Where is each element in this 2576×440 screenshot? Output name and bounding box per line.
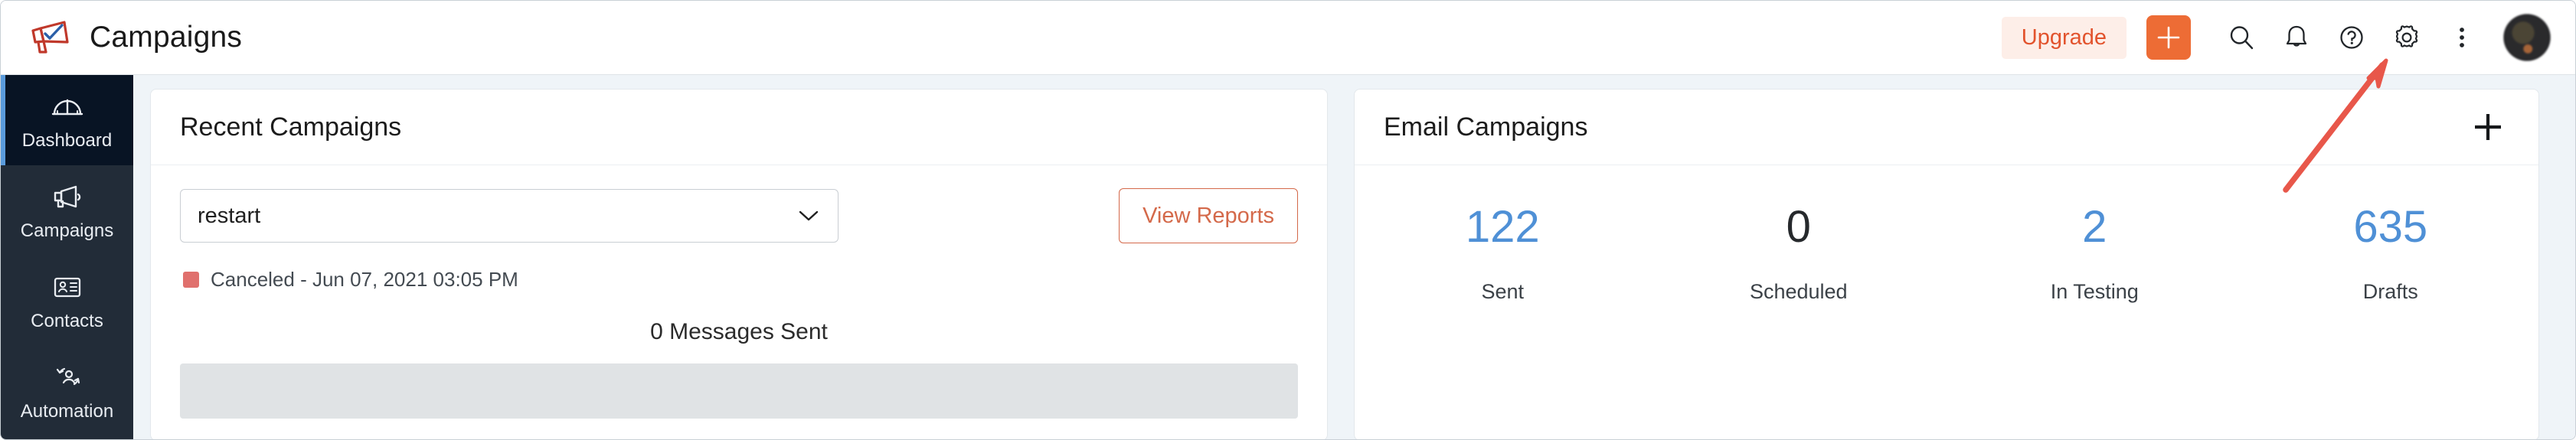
gauge-icon	[51, 91, 84, 122]
recent-campaigns-card: Recent Campaigns restart View Reports C	[150, 89, 1328, 440]
sidebar-item-label: Campaigns	[21, 222, 113, 240]
app-header: Campaigns Upgrade	[1, 1, 2576, 75]
more-vertical-icon	[2449, 22, 2475, 53]
stat-value: 0	[1651, 205, 1947, 249]
email-campaign-stats: 122 Sent 0 Scheduled 2 In Testing 635 Dr…	[1355, 165, 2538, 440]
sidebar-item-automation[interactable]: Automation	[1, 346, 133, 436]
campaign-status-text: Canceled - Jun 07, 2021 03:05 PM	[211, 268, 518, 292]
upgrade-button[interactable]: Upgrade	[2002, 17, 2127, 59]
create-campaign-button[interactable]	[2146, 15, 2191, 60]
main-content: Recent Campaigns restart View Reports C	[133, 75, 2576, 440]
sidebar-item-campaigns[interactable]: Campaigns	[1, 165, 133, 256]
recent-campaigns-controls: restart View Reports	[180, 188, 1298, 243]
campaign-select[interactable]: restart	[180, 189, 839, 243]
stat-label: Sent	[1355, 280, 1651, 304]
more-options-button[interactable]	[2434, 10, 2489, 65]
view-reports-button[interactable]: View Reports	[1119, 188, 1298, 243]
add-email-campaign-button[interactable]	[2466, 106, 2509, 148]
campaign-select-value: restart	[198, 204, 260, 229]
gear-icon	[2391, 21, 2423, 54]
contact-card-icon	[51, 272, 84, 302]
stat-label: Drafts	[2243, 280, 2539, 304]
stat-in-testing: 2 In Testing	[1947, 205, 2243, 304]
stat-label: Scheduled	[1651, 280, 1947, 304]
messages-sent-label: 0 Messages Sent	[180, 319, 1298, 345]
search-icon	[2226, 22, 2257, 53]
stat-value[interactable]: 635	[2243, 205, 2539, 249]
recent-campaigns-title: Recent Campaigns	[180, 112, 401, 142]
status-badge	[183, 272, 199, 288]
avatar[interactable]	[2503, 14, 2551, 61]
help-button[interactable]	[2324, 10, 2379, 65]
bell-icon	[2281, 22, 2312, 53]
notifications-button[interactable]	[2269, 10, 2324, 65]
stat-drafts: 635 Drafts	[2243, 205, 2539, 304]
stat-label: In Testing	[1947, 280, 2243, 304]
sidebar-item-contacts[interactable]: Contacts	[1, 256, 133, 346]
stat-scheduled: 0 Scheduled	[1651, 205, 1947, 304]
email-campaigns-card: Email Campaigns 122 Sent 0 Scheduled	[1354, 89, 2539, 440]
sidebar-item-label: Dashboard	[22, 132, 112, 150]
email-campaigns-title: Email Campaigns	[1384, 112, 1587, 142]
search-button[interactable]	[2214, 10, 2269, 65]
plus-icon	[2470, 109, 2506, 145]
recent-campaigns-header: Recent Campaigns	[151, 90, 1327, 165]
stat-value[interactable]: 122	[1355, 205, 1651, 249]
automation-icon	[51, 362, 84, 393]
megaphone-check-logo-icon	[28, 18, 73, 57]
plus-icon	[2156, 24, 2182, 51]
megaphone-icon	[51, 181, 84, 212]
email-campaigns-header: Email Campaigns	[1355, 90, 2538, 165]
stat-sent: 122 Sent	[1355, 205, 1651, 304]
sidebar-item-label: Automation	[21, 403, 113, 421]
chevron-down-icon	[798, 209, 819, 223]
help-circle-icon	[2336, 22, 2367, 53]
page-title: Campaigns	[90, 21, 242, 54]
header-actions: Upgrade	[2002, 10, 2551, 65]
sidebar: Dashboard Campaigns Contacts	[1, 75, 133, 440]
messages-progress-bar	[180, 363, 1298, 419]
sidebar-item-dashboard[interactable]: Dashboard	[1, 75, 133, 165]
campaign-status: Canceled - Jun 07, 2021 03:05 PM	[180, 268, 1298, 292]
brand: Campaigns	[28, 18, 242, 57]
recent-campaigns-body: restart View Reports Canceled - Jun 07, …	[151, 165, 1327, 440]
campaigns-app-window: Campaigns Upgrade	[0, 0, 2576, 440]
settings-button[interactable]	[2379, 10, 2434, 65]
stat-value[interactable]: 2	[1947, 205, 2243, 249]
sidebar-item-label: Contacts	[31, 312, 103, 331]
